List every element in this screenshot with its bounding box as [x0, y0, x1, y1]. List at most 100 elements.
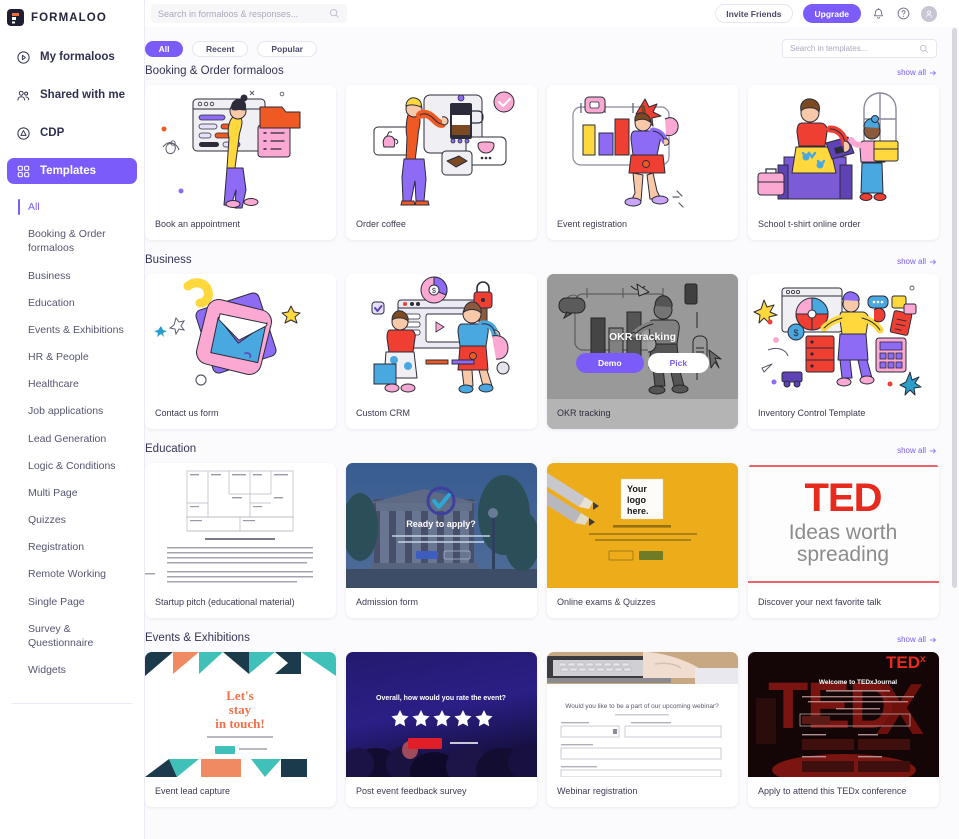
arrow-right-icon [929, 448, 936, 453]
card-thumbnail: $ [748, 274, 939, 399]
sidebar-item-templates[interactable]: Templates [7, 158, 137, 184]
section-education: Education show all Startup pitch (educat… [145, 439, 939, 618]
photo-tedx-red: TED X TED x Welcome to TEDxJournal [748, 652, 939, 777]
template-card[interactable]: Would you like to be a part of our upcom… [547, 652, 738, 807]
card-label: Event lead capture [155, 786, 231, 796]
template-search[interactable] [782, 39, 937, 58]
template-card[interactable]: TED Ideas worth spreading Discover your … [748, 463, 939, 618]
template-card[interactable]: Event registration [547, 85, 738, 240]
upgrade-button[interactable]: Upgrade [802, 4, 861, 23]
help-circle-icon[interactable] [896, 6, 911, 21]
photo-laptop-webinar: Would you like to be a part of our upcom… [547, 652, 738, 777]
card-label: Inventory Control Template [758, 408, 866, 418]
sidebar-category-business[interactable]: Business [0, 265, 144, 287]
sidebar-item-shared-with-me[interactable]: Shared with me [7, 82, 137, 108]
sidebar-category-multi-page[interactable]: Multi Page [0, 482, 144, 504]
photo-lets-stay-in-touch: Let's stay in touch! [145, 652, 336, 777]
svg-text:in touch!: in touch! [215, 716, 264, 731]
pick-button[interactable]: Pick [647, 352, 710, 373]
sidebar-category-quizzes[interactable]: Quizzes [0, 509, 144, 531]
category-label: Quizzes [28, 514, 66, 527]
card-thumbnail [145, 463, 336, 588]
chip-label: Recent [206, 43, 235, 54]
demo-label: Demo [597, 357, 622, 368]
template-card[interactable]: Startup pitch (educational material) [145, 463, 336, 618]
illustration-school [748, 85, 939, 210]
sidebar-category-logic-conditions[interactable]: Logic & Conditions [0, 455, 144, 477]
show-all-link[interactable]: show all [897, 68, 937, 77]
illustration-envelope [145, 274, 336, 399]
template-card[interactable]: $ [346, 274, 537, 429]
sidebar-item-cdp[interactable]: CDP [7, 120, 137, 146]
upgrade-label: Upgrade [814, 8, 849, 19]
sidebar-category-remote-working[interactable]: Remote Working [0, 563, 144, 585]
vertical-scrollbar[interactable] [952, 28, 957, 588]
search-icon [330, 9, 339, 18]
card-hover-overlay: OKR tracking Demo Pick [547, 274, 738, 429]
show-all-link[interactable]: show all [897, 257, 937, 266]
sidebar-category-all[interactable]: All [0, 196, 144, 218]
bell-icon[interactable] [871, 6, 886, 21]
template-card[interactable]: Ready to apply? Admission form [346, 463, 537, 618]
sidebar-category-education[interactable]: Education [0, 292, 144, 314]
category-label: Multi Page [28, 486, 78, 499]
play-circle-icon [17, 50, 30, 64]
template-card[interactable]: TED X TED x Welcome to TEDxJournal Apply… [748, 652, 939, 807]
user-avatar[interactable] [921, 5, 937, 22]
template-card[interactable]: School t-shirt online order [748, 85, 939, 240]
sidebar-item-label: CDP [40, 127, 65, 139]
filter-chip-recent[interactable]: Recent [192, 40, 249, 57]
search-input[interactable] [158, 8, 323, 19]
arrow-right-icon [929, 259, 936, 264]
show-all-label: show all [897, 635, 926, 644]
sidebar-category-survey-questionnaire[interactable]: Survey & Questionnaire [0, 618, 144, 654]
invite-friends-button[interactable]: Invite Friends [715, 4, 793, 23]
card-grid: Book an appointment Order coffee Event r… [145, 85, 939, 240]
template-card[interactable]: Let's stay in touch! Event lead capture [145, 652, 336, 807]
template-card[interactable]: Book an appointment [145, 85, 336, 240]
demo-button[interactable]: Demo [575, 352, 644, 373]
template-card[interactable]: $ [748, 274, 939, 429]
sidebar-category-lead-generation[interactable]: Lead Generation [0, 428, 144, 450]
sidebar-category-registration[interactable]: Registration [0, 536, 144, 558]
card-label: Apply to attend this TEDx conference [758, 786, 907, 796]
show-all-link[interactable]: show all [897, 635, 937, 644]
svg-text:x: x [920, 654, 926, 665]
photo-concert-rating: Overall, how would you rate the event? [346, 652, 537, 777]
section-title: Business [145, 254, 192, 266]
template-card[interactable]: Contact us form [145, 274, 336, 429]
sidebar-category-hr-people[interactable]: HR & People [0, 346, 144, 368]
sidebar-category-job-applications[interactable]: Job applications [0, 400, 144, 422]
svg-text:Welcome to TEDxJournal: Welcome to TEDxJournal [819, 679, 897, 686]
sidebar-item-my-formaloos[interactable]: My formaloos [7, 44, 137, 70]
section-title: Education [145, 443, 197, 455]
category-label: Education [28, 296, 75, 309]
filter-chip-popular[interactable]: Popular [257, 40, 317, 57]
sidebar-category-events-exhibitions[interactable]: Events & Exhibitions [0, 319, 144, 341]
template-card[interactable]: Your logo here. Online exams & Quizzes [547, 463, 738, 618]
filter-chip-all[interactable]: All [145, 40, 183, 57]
section-header: Education show all [145, 439, 937, 463]
chip-label: All [158, 43, 170, 54]
category-label: Healthcare [28, 378, 79, 391]
user-avatar-icon [925, 10, 933, 18]
sidebar-category-single-page[interactable]: Single Page [0, 591, 144, 613]
formaloo-logo-icon [7, 9, 24, 26]
template-categories: All Booking & Order formaloos Business E… [0, 196, 144, 681]
template-card[interactable]: Overall, how would you rate the event? P… [346, 652, 537, 807]
template-card[interactable]: Order coffee [346, 85, 537, 240]
sidebar-category-healthcare[interactable]: Healthcare [0, 373, 144, 395]
show-all-label: show all [897, 446, 926, 455]
sidebar-category-widgets[interactable]: Widgets [0, 659, 144, 681]
show-all-link[interactable]: show all [897, 446, 937, 455]
card-label: Event registration [557, 219, 628, 229]
sidebar-category-booking-order-formaloos[interactable]: Booking & Order formaloos [0, 223, 144, 259]
invite-friends-label: Invite Friends [726, 8, 782, 19]
template-card-hovered[interactable]: OKR tracking Demo Pick OKR tracking [547, 274, 738, 429]
users-icon [17, 90, 30, 100]
template-search-input[interactable] [790, 44, 913, 53]
card-label: Discover your next favorite talk [758, 597, 882, 607]
brand-logo[interactable]: FORMALOO [0, 0, 144, 28]
global-search[interactable] [151, 4, 347, 23]
category-label: Single Page [28, 595, 85, 608]
